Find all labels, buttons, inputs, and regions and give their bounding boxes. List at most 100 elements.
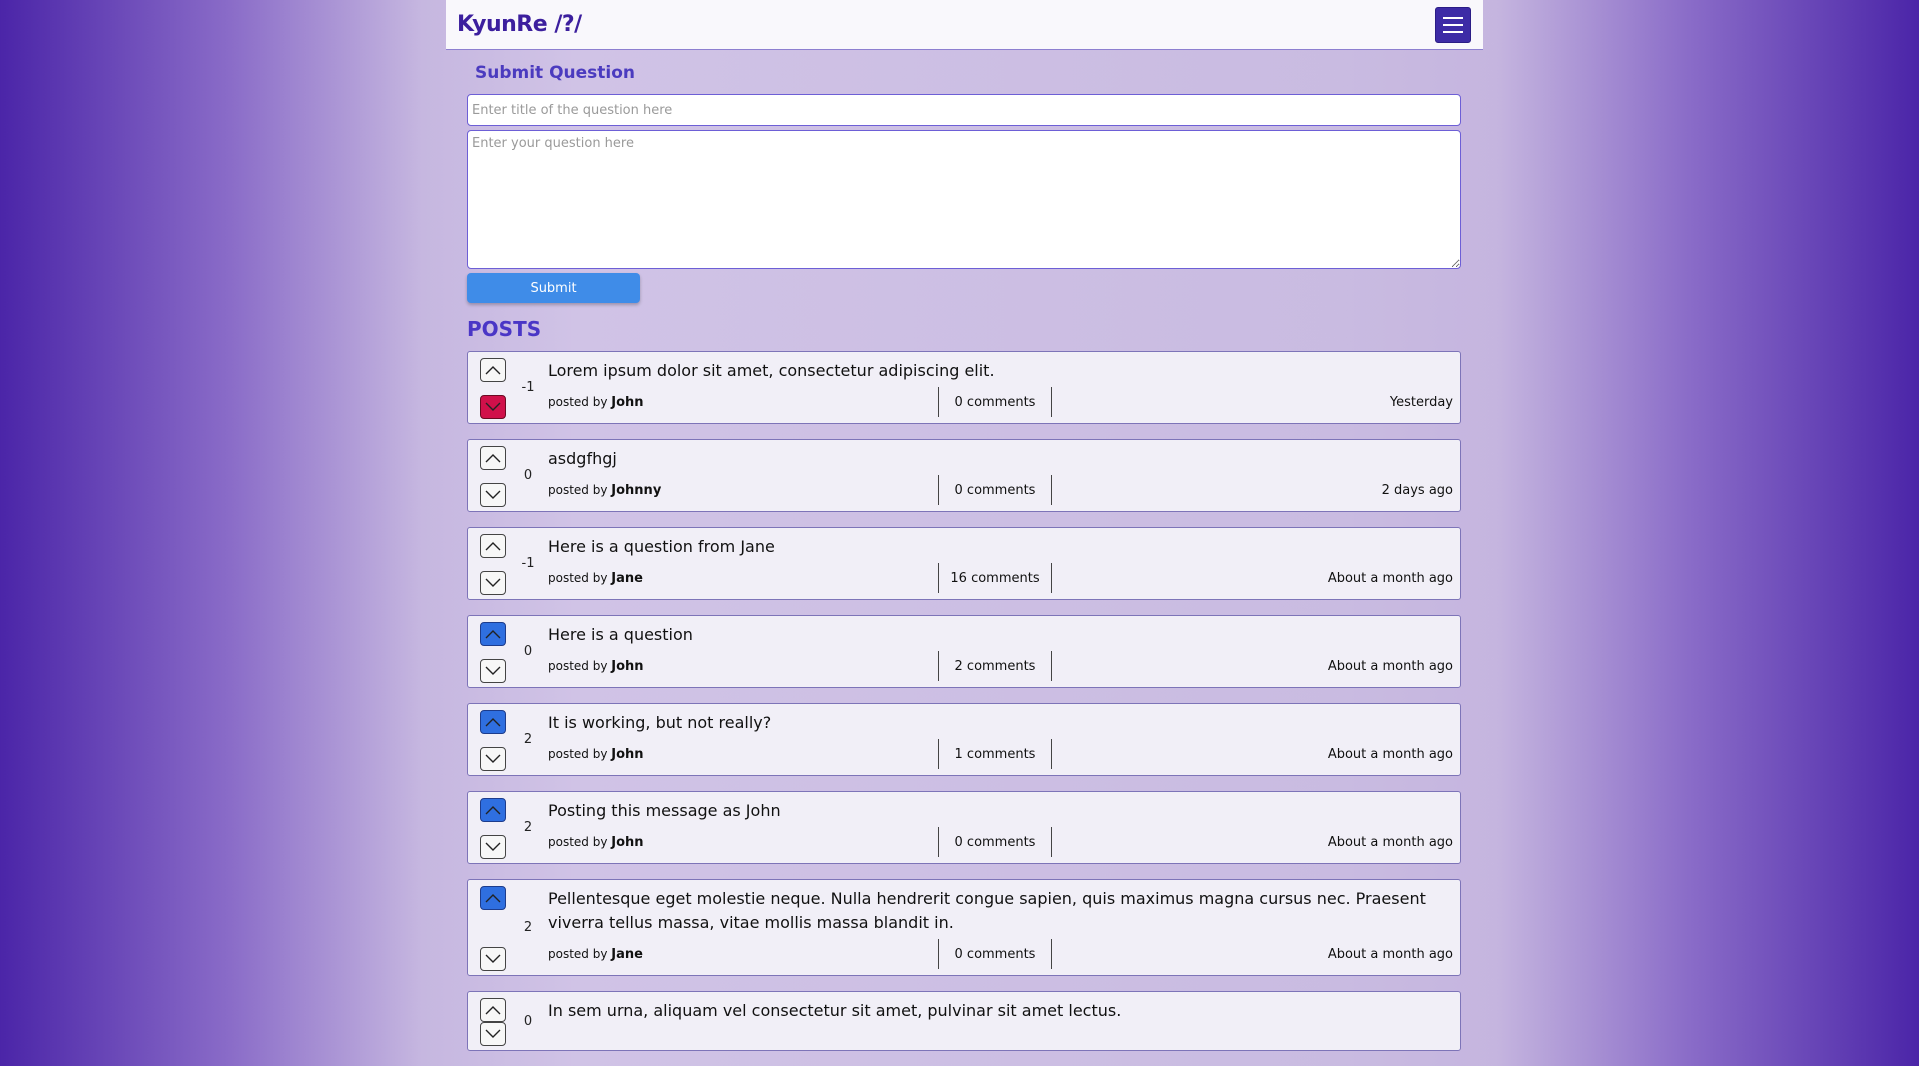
posted-by-label: posted by — [548, 482, 608, 497]
comments-link[interactable]: 16 comments — [938, 563, 1052, 593]
hamburger-icon-line — [1443, 16, 1463, 19]
chevron-down-icon — [485, 578, 501, 587]
post-title[interactable]: In sem urna, aliquam vel consectetur sit… — [548, 999, 1453, 1023]
post-author: posted by Jane — [548, 571, 938, 586]
post-title[interactable]: Posting this message as John — [548, 799, 1453, 823]
menu-button[interactable] — [1435, 6, 1471, 43]
vote-controls — [468, 792, 512, 863]
posted-by-label: posted by — [548, 394, 608, 409]
upvote-button[interactable] — [480, 886, 506, 910]
vote-score: -1 — [521, 556, 535, 571]
posted-by-label: posted by — [548, 946, 608, 961]
post-title[interactable]: asdgfhgj — [548, 447, 1453, 471]
posted-by-label: posted by — [548, 746, 608, 761]
post-timestamp: About a month ago — [1327, 570, 1453, 586]
posted-by-label: posted by — [548, 834, 608, 849]
comments-link[interactable]: 0 comments — [938, 827, 1052, 857]
posts-list: -1 Lorem ipsum dolor sit amet, consectetu… — [467, 351, 1461, 1051]
brand-logo[interactable]: KyunRe /?/ — [457, 12, 582, 37]
post-card[interactable]: 0 Here is a question posted by John 2 comme… — [467, 615, 1461, 688]
downvote-button[interactable] — [480, 483, 506, 507]
post-author: posted by John — [548, 395, 938, 410]
chevron-up-icon — [485, 366, 501, 375]
submit-button[interactable]: Submit — [467, 273, 640, 303]
author-name[interactable]: John — [611, 835, 643, 850]
post-card[interactable]: -1 Lorem ipsum dolor sit amet, consectetu… — [467, 351, 1461, 424]
upvote-button[interactable] — [480, 710, 506, 734]
post-author: posted by Johnny — [548, 483, 938, 498]
post-title[interactable]: Here is a question — [548, 623, 1453, 647]
posted-by-label: posted by — [548, 658, 608, 673]
chevron-down-icon — [485, 402, 501, 411]
chevron-down-icon — [485, 754, 501, 763]
downvote-button[interactable] — [480, 659, 506, 683]
downvote-button[interactable] — [480, 747, 506, 771]
upvote-button[interactable] — [480, 622, 506, 646]
upvote-button[interactable] — [480, 998, 506, 1022]
upvote-button[interactable] — [480, 358, 506, 382]
downvote-button[interactable] — [480, 395, 506, 419]
post-title[interactable]: Pellentesque eget molestie neque. Nulla … — [548, 887, 1453, 935]
chevron-up-icon — [485, 806, 501, 815]
downvote-button[interactable] — [480, 947, 506, 971]
comments-link[interactable]: 0 comments — [938, 939, 1052, 969]
chevron-up-icon — [485, 630, 501, 639]
post-card[interactable]: 2 Pellentesque eget molestie neque. Nulla… — [467, 879, 1461, 976]
post-card[interactable]: -1 Here is a question from Jane posted by … — [467, 527, 1461, 600]
author-name[interactable]: Johnny — [611, 483, 661, 498]
app-shell: KyunRe /?/ — [446, 0, 1483, 50]
vote-controls — [468, 352, 512, 423]
vote-score: 2 — [523, 920, 533, 935]
author-name[interactable]: Jane — [611, 947, 643, 962]
post-card[interactable]: 2 It is working, but not really? posted by… — [467, 703, 1461, 776]
post-timestamp: Yesterday — [1389, 394, 1453, 410]
post-timestamp: About a month ago — [1327, 746, 1453, 762]
downvote-button[interactable] — [480, 835, 506, 859]
comments-link[interactable]: 0 comments — [938, 387, 1052, 417]
upvote-button[interactable] — [480, 534, 506, 558]
hamburger-icon-line — [1443, 23, 1463, 26]
chevron-up-icon — [485, 718, 501, 727]
post-title[interactable]: Here is a question from Jane — [548, 535, 1453, 559]
downvote-button[interactable] — [480, 571, 506, 595]
vote-controls — [468, 880, 512, 975]
vote-score: 0 — [523, 468, 533, 483]
chevron-down-icon — [485, 666, 501, 675]
author-name[interactable]: John — [611, 747, 643, 762]
post-title[interactable]: It is working, but not really? — [548, 711, 1453, 735]
post-card[interactable]: 0 asdgfhgj posted by Johnny 0 comments 2 day… — [467, 439, 1461, 512]
downvote-button[interactable] — [480, 1022, 506, 1046]
post-timestamp: About a month ago — [1327, 946, 1453, 962]
vote-controls — [468, 616, 512, 687]
chevron-up-icon — [485, 894, 501, 903]
author-name[interactable]: Jane — [611, 571, 643, 586]
question-body-input[interactable] — [467, 130, 1461, 269]
post-title[interactable]: Lorem ipsum dolor sit amet, consectetur … — [548, 359, 1453, 383]
question-title-input[interactable] — [467, 94, 1461, 126]
post-timestamp: About a month ago — [1327, 658, 1453, 674]
chevron-down-icon — [485, 842, 501, 851]
vote-score: 2 — [523, 820, 533, 835]
post-card[interactable]: 2 Posting this message as John posted by J… — [467, 791, 1461, 864]
chevron-down-icon — [485, 1029, 501, 1038]
comments-link[interactable]: 1 comments — [938, 739, 1052, 769]
comments-link[interactable]: 0 comments — [938, 475, 1052, 505]
post-body: asdgfhgj posted by Johnny 0 comments 2 days… — [544, 440, 1460, 511]
post-timestamp: About a month ago — [1327, 834, 1453, 850]
vote-controls — [468, 704, 512, 775]
comments-link[interactable]: 2 comments — [938, 651, 1052, 681]
post-body: Pellentesque eget molestie neque. Nulla … — [544, 880, 1460, 975]
post-author: posted by John — [548, 747, 938, 762]
chevron-up-icon — [485, 542, 501, 551]
post-card[interactable]: 0 In sem urna, aliquam vel consectetur si… — [467, 991, 1461, 1051]
post-meta: posted by Jane 16 comments About a month a… — [548, 563, 1453, 593]
upvote-button[interactable] — [480, 446, 506, 470]
vote-controls — [468, 528, 512, 599]
navbar: KyunRe /?/ — [446, 0, 1483, 50]
author-name[interactable]: John — [611, 395, 643, 410]
upvote-button[interactable] — [480, 798, 506, 822]
post-author: posted by Jane — [548, 947, 938, 962]
post-body: It is working, but not really? posted by … — [544, 704, 1460, 775]
vote-score: -1 — [521, 380, 535, 395]
author-name[interactable]: John — [611, 659, 643, 674]
